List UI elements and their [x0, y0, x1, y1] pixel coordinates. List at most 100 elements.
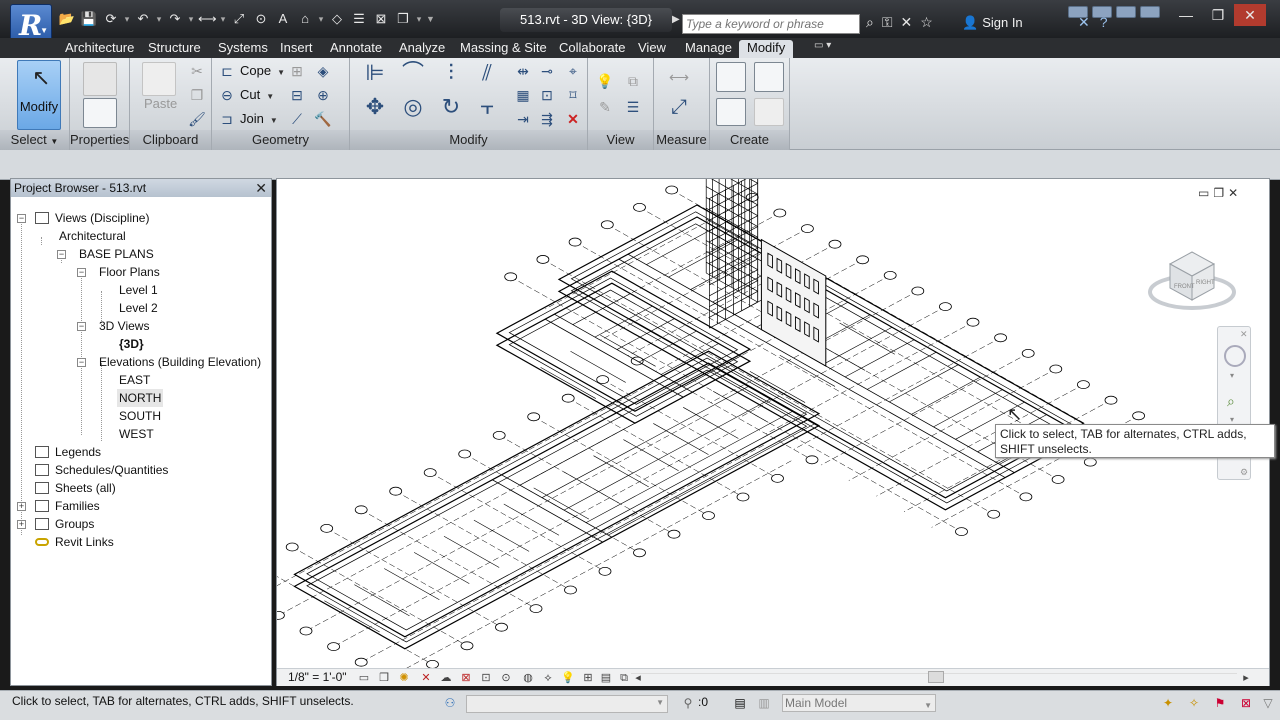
- create-assembly-icon[interactable]: [716, 62, 746, 92]
- view-scale[interactable]: 1/8" = 1'-0": [288, 670, 347, 684]
- tree-item[interactable]: Schedules/Quantities: [55, 461, 168, 479]
- hammer-icon[interactable]: 🔨: [314, 110, 332, 128]
- active-workset-dropdown[interactable]: ▼: [466, 695, 668, 713]
- cut-button[interactable]: Cut ▼: [240, 87, 274, 102]
- sign-in-button[interactable]: 👤 Sign In: [962, 15, 1023, 31]
- editable-only-icon[interactable]: ▤: [732, 695, 748, 711]
- mirror-pick-axis-icon[interactable]: ⫶: [438, 62, 464, 90]
- tab-systems[interactable]: Systems: [210, 40, 276, 58]
- sun-path-icon[interactable]: ✺: [397, 671, 411, 685]
- highlight-displacement-icon[interactable]: ⊞: [581, 671, 595, 685]
- crop-view-icon[interactable]: ⊠: [459, 671, 473, 685]
- select-panel-title[interactable]: Select ▼: [0, 130, 69, 150]
- join-roof-icon[interactable]: ⊟: [288, 86, 306, 104]
- render-icon[interactable]: ☁: [439, 671, 453, 685]
- cut-to-clipboard-icon[interactable]: ✂: [188, 62, 206, 80]
- exchange-icon[interactable]: ✕: [1078, 14, 1090, 31]
- search-input[interactable]: [682, 14, 860, 34]
- tab-analyze[interactable]: Analyze: [391, 40, 453, 58]
- tree-item[interactable]: Elevations (Building Elevation): [99, 353, 261, 371]
- copy-icon[interactable]: ❐: [188, 86, 206, 104]
- tree-item[interactable]: Views (Discipline): [55, 209, 149, 227]
- tree-item[interactable]: 3D Views: [99, 317, 149, 335]
- tab-modify[interactable]: Modify: [739, 40, 794, 58]
- chevron-down-icon[interactable]: ▾: [416, 10, 422, 28]
- cut-geometry-icon[interactable]: ⊖: [218, 86, 236, 104]
- chevron-down-icon[interactable]: ▾: [220, 10, 226, 28]
- thin-lines-icon[interactable]: ☰: [350, 10, 368, 28]
- trim-extend-icon[interactable]: ⫟: [474, 96, 500, 124]
- open-icon[interactable]: 📂: [58, 10, 76, 28]
- sync-icon[interactable]: ⟳: [102, 10, 120, 28]
- shadows-icon[interactable]: ✕: [419, 671, 433, 685]
- tree-item[interactable]: WEST: [119, 425, 154, 443]
- type-properties-icon[interactable]: [83, 62, 117, 96]
- chevron-down-icon[interactable]: ▾: [1230, 371, 1234, 380]
- delete-icon[interactable]: ✕: [564, 110, 582, 128]
- tab-collaborate[interactable]: Collaborate: [551, 40, 634, 58]
- split-gap-icon[interactable]: ⊸: [538, 62, 556, 80]
- aligned-dimension-icon[interactable]: ⤢: [664, 97, 694, 117]
- analytical-model-icon[interactable]: 💡: [561, 671, 575, 685]
- create-group-icon[interactable]: [716, 98, 746, 126]
- design-options-icon[interactable]: ▥: [756, 695, 772, 711]
- cope-icon[interactable]: ⊏: [218, 62, 236, 80]
- visual-style-icon[interactable]: ❒: [377, 671, 391, 685]
- save-icon[interactable]: 💾: [80, 10, 98, 28]
- tab-view[interactable]: View: [630, 40, 674, 58]
- unpin-icon[interactable]: ⌑: [564, 86, 582, 104]
- filter-selection-icon[interactable]: ▽: [1260, 695, 1276, 711]
- match-properties-icon[interactable]: 🖌: [188, 110, 206, 128]
- panel-toggle-icon[interactable]: ▭ ▾: [814, 40, 831, 51]
- scale-icon[interactable]: ⊡: [538, 86, 556, 104]
- collapse-icon[interactable]: −: [77, 268, 86, 277]
- design-option-selector[interactable]: Main Model ▼: [782, 694, 936, 712]
- minimize-button[interactable]: —: [1170, 4, 1202, 26]
- override-graphics-icon[interactable]: ⧉: [624, 72, 642, 90]
- chevron-down-icon[interactable]: ▾: [156, 10, 162, 28]
- trim-multiple-icon[interactable]: ⇶: [538, 110, 556, 128]
- properties-icon[interactable]: [83, 98, 117, 128]
- aligned-dimension-icon[interactable]: ⤢: [230, 10, 248, 28]
- align-icon[interactable]: ⊫: [362, 62, 388, 90]
- close-hidden-icon[interactable]: ⊠: [372, 10, 390, 28]
- measure-between-icon[interactable]: ⟷: [664, 68, 694, 86]
- tab-annotate[interactable]: Annotate: [322, 40, 390, 58]
- tab-architecture[interactable]: Architecture: [57, 40, 142, 58]
- scroll-right-icon[interactable]: ▸: [1239, 671, 1253, 685]
- detail-level-icon[interactable]: ▭: [357, 671, 371, 685]
- measure-icon[interactable]: ⟷: [198, 10, 217, 28]
- close-icon[interactable]: ✕: [255, 179, 267, 197]
- chevron-down-icon[interactable]: ▾: [318, 10, 324, 28]
- play-icon[interactable]: ▶: [672, 14, 680, 25]
- chevron-down-icon[interactable]: ▾: [124, 10, 130, 28]
- mirror-draw-axis-icon[interactable]: ⫽: [474, 62, 500, 90]
- reveal-hidden-icon[interactable]: ⟡: [541, 671, 555, 685]
- binoculars-icon[interactable]: ⌕: [866, 14, 874, 31]
- expand-icon[interactable]: +: [17, 520, 26, 529]
- rotate-icon[interactable]: ↻: [438, 96, 464, 124]
- chevron-down-icon[interactable]: ▾: [1230, 415, 1234, 424]
- unlock-3d-icon[interactable]: ⊙: [499, 671, 513, 685]
- tree-item[interactable]: Sheets (all): [55, 479, 116, 497]
- tree-item[interactable]: Floor Plans: [99, 263, 160, 281]
- show-crop-icon[interactable]: ⊡: [479, 671, 493, 685]
- paint-icon[interactable]: ⊕: [314, 86, 332, 104]
- favorites-icon[interactable]: ☆: [920, 14, 933, 31]
- tab-massing-site[interactable]: Massing & Site: [452, 40, 555, 58]
- worksharing-display-icon[interactable]: ⧉: [617, 671, 631, 685]
- maximize-button[interactable]: ❐: [1202, 4, 1234, 26]
- split-face-icon[interactable]: ◈: [314, 62, 332, 80]
- collapse-icon[interactable]: −: [77, 322, 86, 331]
- create-similar-icon[interactable]: [754, 98, 784, 126]
- join-icon[interactable]: ⊐: [218, 110, 236, 128]
- tree-item[interactable]: Level 2: [119, 299, 158, 317]
- redo-icon[interactable]: ↷: [166, 10, 184, 28]
- navbar-options-icon[interactable]: ⚙: [1240, 467, 1248, 478]
- scrollbar-thumb[interactable]: [928, 671, 944, 683]
- text-icon[interactable]: A: [274, 10, 292, 28]
- demolish-icon[interactable]: ⟋: [288, 110, 306, 128]
- minimize-view-icon[interactable]: ▭: [1198, 186, 1209, 200]
- tab-manage[interactable]: Manage: [677, 40, 740, 58]
- 3d-view-icon[interactable]: ⌂: [296, 10, 314, 28]
